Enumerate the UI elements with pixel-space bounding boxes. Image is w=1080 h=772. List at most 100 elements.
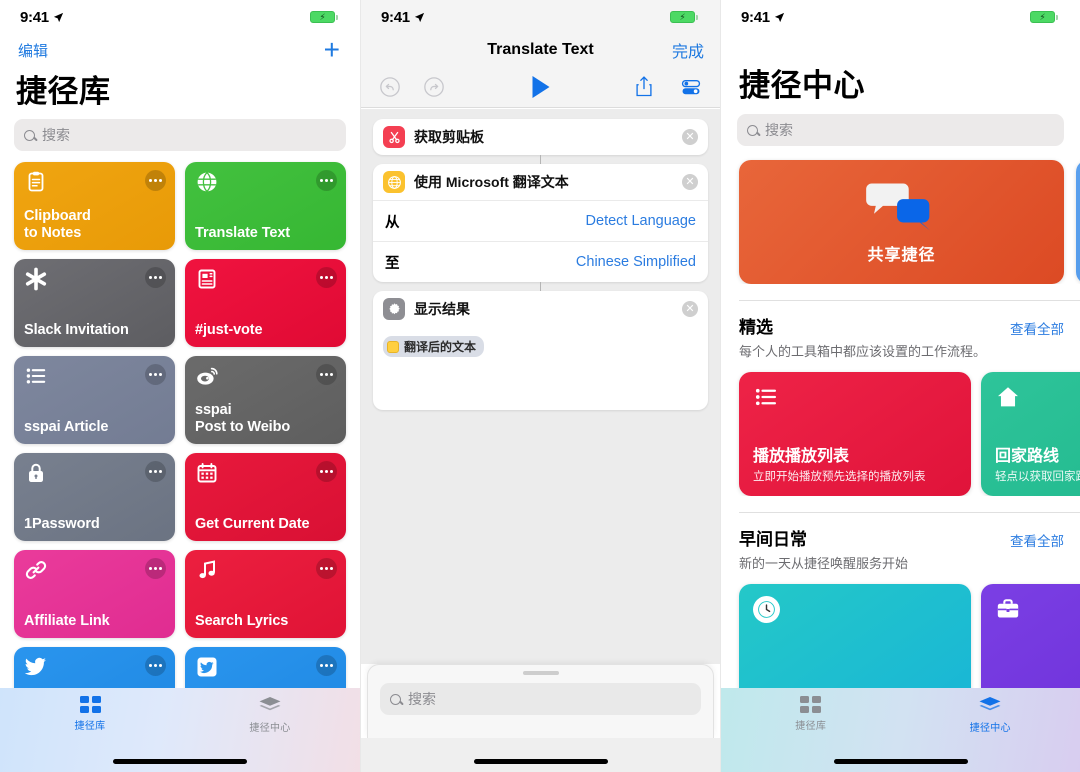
briefcase-icon	[995, 596, 1021, 622]
run-shortcut-button[interactable]	[532, 75, 549, 98]
action-search-sheet: 搜索	[367, 664, 714, 738]
twitter-bird-icon	[24, 657, 46, 676]
more-icon[interactable]	[316, 364, 337, 385]
status-bar: 9:41 ⚡	[0, 0, 360, 34]
shortcut-tile-grid: Clipboard to Notes Translate Text Slack In…	[0, 162, 360, 735]
gallery-card-subtitle: 轻点以获取回家路线	[995, 471, 1080, 483]
tab-library[interactable]: 捷径库	[721, 696, 901, 732]
more-icon[interactable]	[316, 267, 337, 288]
scissors-icon	[383, 126, 405, 148]
location-arrow-icon	[774, 12, 784, 22]
speech-bubbles-icon	[863, 179, 941, 235]
more-icon[interactable]	[316, 558, 337, 579]
close-icon[interactable]: ✕	[682, 129, 698, 145]
asterisk-icon	[25, 267, 47, 291]
close-icon[interactable]: ✕	[682, 301, 698, 317]
see-all-link[interactable]: 查看全部	[1010, 530, 1064, 550]
sliders-icon[interactable]	[680, 76, 702, 98]
twitter-square-icon	[195, 655, 219, 679]
tab-library[interactable]: 捷径库	[0, 696, 180, 732]
search-input[interactable]: 搜索	[14, 119, 346, 151]
shortcut-tile[interactable]: #just-vote	[185, 259, 346, 347]
action-parameter-row[interactable]: 至 Chinese Simplified	[373, 241, 708, 282]
variable-token-label: 翻译后的文本	[404, 340, 477, 354]
tab-gallery[interactable]: 捷径中心	[901, 696, 1080, 734]
shortcut-tile-label: 1Password	[24, 516, 100, 532]
home-icon	[995, 384, 1021, 410]
action-list: 获取剪贴板 ✕ 使用 Microsoft 翻译文本 ✕ 从 Detect Language…	[361, 109, 720, 664]
banner-card[interactable]	[1076, 160, 1080, 284]
battery-charging-icon: ⚡	[1030, 11, 1058, 23]
section-subtitle: 新的一天从捷径唤醒服务开始	[739, 556, 909, 571]
home-indicator	[833, 759, 968, 764]
home-indicator	[473, 759, 608, 764]
sheet-grabber[interactable]	[522, 671, 559, 675]
done-button[interactable]: 完成	[672, 38, 704, 62]
twitter-square-icon	[197, 657, 217, 677]
link-icon	[25, 561, 47, 579]
globe-yellow-icon	[387, 175, 401, 189]
more-icon[interactable]	[145, 558, 166, 579]
search-icon	[24, 129, 35, 141]
more-icon[interactable]	[316, 170, 337, 191]
undo-icon[interactable]	[379, 76, 401, 98]
see-all-link[interactable]: 查看全部	[1010, 318, 1064, 338]
more-icon[interactable]	[316, 461, 337, 482]
action-parameter-row[interactable]: 从 Detect Language	[373, 200, 708, 241]
more-icon[interactable]	[145, 655, 166, 676]
action-card[interactable]: 显示结果 ✕ 翻译后的文本	[373, 291, 708, 410]
shortcut-tile[interactable]: sspai Article	[14, 356, 175, 444]
shortcut-tile-label: Search Lyrics	[195, 613, 289, 629]
editor-nav-bar: Translate Text 完成	[361, 34, 720, 66]
list-icon	[753, 384, 779, 410]
parameter-label: 从	[385, 214, 400, 231]
clock-icon	[753, 596, 780, 623]
shortcut-tile[interactable]: 1Password	[14, 453, 175, 541]
variable-token[interactable]: 翻译后的文本	[383, 336, 485, 357]
shortcut-tile[interactable]: Get Current Date	[185, 453, 346, 541]
edit-button[interactable]: 编辑	[18, 40, 48, 61]
shortcut-tile[interactable]: sspai Post to Weibo	[185, 356, 346, 444]
shortcut-tile-label: Clipboard to Notes	[24, 208, 91, 241]
more-icon[interactable]	[316, 655, 337, 676]
shortcut-tile[interactable]: Translate Text	[185, 162, 346, 250]
plus-icon[interactable]: +	[324, 36, 340, 64]
section-title: 早间日常	[739, 530, 807, 549]
more-icon[interactable]	[145, 461, 166, 482]
share-icon[interactable]	[634, 75, 654, 98]
shortcut-tile-label: Translate Text	[195, 225, 291, 241]
action-connector	[540, 155, 541, 164]
status-time-group: 9:41	[20, 9, 64, 26]
list-icon	[24, 364, 48, 388]
gear-icon	[388, 302, 400, 314]
shortcut-tile-label: Affiliate Link	[24, 613, 110, 629]
gallery-scroll: 共享捷径 精选 查看全部 每个人的工具箱中都应该设置的工作流程。 播放播放列表 立即开始播…	[721, 146, 1080, 718]
gallery-card[interactable]: 回家路线轻点以获取回家路线	[981, 372, 1080, 496]
redo-icon[interactable]	[423, 76, 445, 98]
parameter-value[interactable]: Detect Language	[586, 213, 696, 229]
shortcut-tile-label: sspai Article	[24, 419, 109, 435]
banner-card[interactable]: 共享捷径	[739, 160, 1064, 284]
action-content[interactable]: 翻译后的文本	[373, 327, 708, 410]
search-input[interactable]: 搜索	[737, 114, 1064, 146]
more-icon[interactable]	[145, 170, 166, 191]
shortcut-tile[interactable]: Search Lyrics	[185, 550, 346, 638]
lock-icon	[24, 461, 48, 485]
tab-gallery[interactable]: 捷径中心	[180, 696, 360, 734]
panel-shortcut-library: 9:41 ⚡ 编辑 + 捷径库 搜索 Clipboard to Notes Tra…	[0, 0, 360, 772]
shortcut-tile[interactable]: Slack Invitation	[14, 259, 175, 347]
shortcut-tile[interactable]: Clipboard to Notes	[14, 162, 175, 250]
search-placeholder: 搜索	[765, 122, 793, 138]
section-subtitle: 每个人的工具箱中都应该设置的工作流程。	[739, 344, 987, 359]
shortcut-tile[interactable]: Affiliate Link	[14, 550, 175, 638]
action-card[interactable]: 获取剪贴板 ✕	[373, 119, 708, 155]
sheet-search-input[interactable]: 搜索	[380, 683, 701, 715]
parameter-value[interactable]: Chinese Simplified	[576, 254, 696, 270]
action-card[interactable]: 使用 Microsoft 翻译文本 ✕ 从 Detect Language 至 Chine…	[373, 164, 708, 282]
more-icon[interactable]	[145, 364, 166, 385]
more-icon[interactable]	[145, 267, 166, 288]
lock-icon	[29, 463, 43, 482]
home-icon	[998, 387, 1018, 407]
close-icon[interactable]: ✕	[682, 174, 698, 190]
gallery-card[interactable]: 播放播放列表 立即开始播放预先选择的播放列表	[739, 372, 971, 496]
